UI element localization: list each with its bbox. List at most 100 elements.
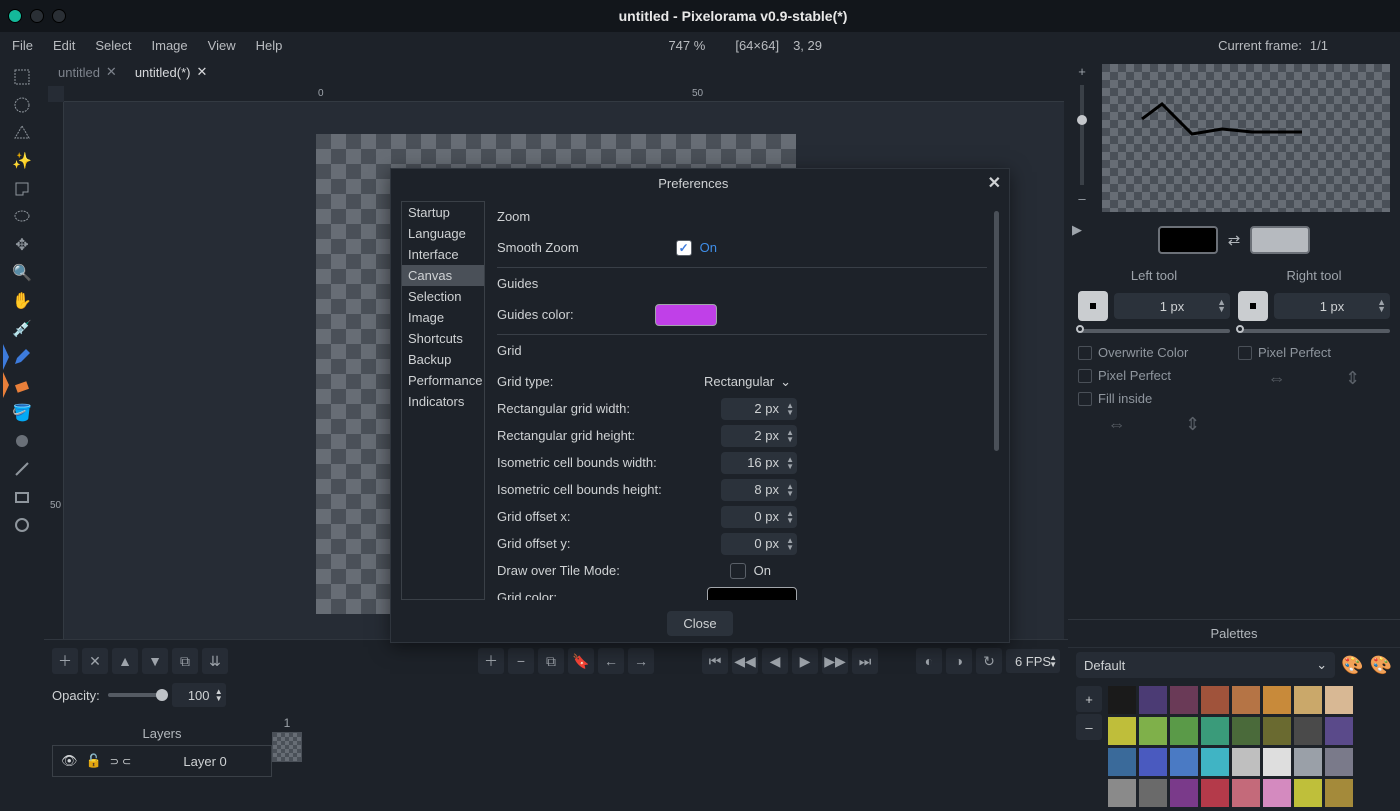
right-brush-preview[interactable] xyxy=(1238,291,1268,321)
onion-toggle-button[interactable]: ◑ xyxy=(946,648,972,674)
dialog-close-button[interactable]: ✕ xyxy=(988,173,1001,193)
pref-nav-indicators[interactable]: Indicators xyxy=(402,391,484,412)
palette-color[interactable] xyxy=(1263,748,1291,776)
tab-untitled[interactable]: untitled✕ xyxy=(52,60,123,84)
palette-color[interactable] xyxy=(1294,717,1322,745)
palette-color[interactable] xyxy=(1139,748,1167,776)
rect-tool[interactable] xyxy=(9,484,35,510)
palette-color[interactable] xyxy=(1108,748,1136,776)
layer-down-button[interactable]: ▼ xyxy=(142,648,168,674)
opacity-slider[interactable] xyxy=(108,693,164,697)
menu-file[interactable]: File xyxy=(12,38,33,53)
right-size-slider[interactable] xyxy=(1238,329,1390,333)
grid-color-well[interactable] xyxy=(707,587,797,601)
palette-color[interactable] xyxy=(1201,717,1229,745)
right-size-spinner[interactable]: 1 px▲▼ xyxy=(1274,293,1390,319)
palette-color[interactable] xyxy=(1325,779,1353,807)
palette-color[interactable] xyxy=(1108,686,1136,714)
rect-grid-height-spinner[interactable]: 2 px▲▼ xyxy=(721,425,797,447)
pref-nav-language[interactable]: Language xyxy=(402,223,484,244)
prev-frame-button[interactable]: ◀◀ xyxy=(732,648,758,674)
opacity-spinner[interactable]: 100▲▼ xyxy=(172,683,226,707)
fps-spinner[interactable]: 6 FPS▲▼ xyxy=(1006,649,1060,673)
palette-edit-icon[interactable]: 🎨 xyxy=(1341,655,1363,676)
pref-nav-canvas[interactable]: Canvas xyxy=(402,265,484,286)
magic-wand-tool[interactable]: ✨ xyxy=(9,148,35,174)
link-icon[interactable]: ⊃ ⊂ xyxy=(110,755,132,768)
merge-layer-button[interactable]: ⇊ xyxy=(202,648,228,674)
palette-color[interactable] xyxy=(1139,686,1167,714)
smooth-zoom-checkbox[interactable] xyxy=(676,240,692,256)
palette-color[interactable] xyxy=(1170,686,1198,714)
zoom-out-icon[interactable]: – xyxy=(1078,191,1085,206)
preview-play-button[interactable]: ▶ xyxy=(1072,222,1082,238)
palette-color[interactable] xyxy=(1232,717,1260,745)
palette-remove-button[interactable]: – xyxy=(1076,714,1102,740)
left-size-slider[interactable] xyxy=(1078,329,1230,333)
pref-nav-selection[interactable]: Selection xyxy=(402,286,484,307)
palette-color[interactable] xyxy=(1170,779,1198,807)
duplicate-layer-button[interactable]: ⧉ xyxy=(172,648,198,674)
guides-color-well[interactable] xyxy=(655,304,717,326)
palette-color[interactable] xyxy=(1294,779,1322,807)
ellipse-tool[interactable] xyxy=(9,512,35,538)
menu-edit[interactable]: Edit xyxy=(53,38,75,53)
frame-tag-button[interactable]: 🔖 xyxy=(568,648,594,674)
palette-color[interactable] xyxy=(1139,717,1167,745)
visibility-icon[interactable]: 👁 xyxy=(61,753,78,769)
window-close-button[interactable] xyxy=(8,9,22,23)
palette-new-icon[interactable]: 🎨 xyxy=(1370,655,1392,676)
ruler-vertical[interactable]: 50 xyxy=(48,102,64,639)
ellipse-select-tool[interactable] xyxy=(9,92,35,118)
play-button[interactable]: ▶ xyxy=(792,648,818,674)
ruler-horizontal[interactable]: 0 50 xyxy=(64,86,1064,102)
palette-color[interactable] xyxy=(1325,686,1353,714)
background-color[interactable] xyxy=(1250,226,1310,254)
pan-tool[interactable]: ✋ xyxy=(9,288,35,314)
preview-canvas[interactable] xyxy=(1102,64,1390,212)
close-icon[interactable]: ✕ xyxy=(106,64,117,80)
play-back-button[interactable]: ◀ xyxy=(762,648,788,674)
palette-color[interactable] xyxy=(1263,779,1291,807)
palette-color[interactable] xyxy=(1201,779,1229,807)
delete-frame-button[interactable]: − xyxy=(508,648,534,674)
palette-color[interactable] xyxy=(1325,717,1353,745)
last-frame-button[interactable]: ⏭ xyxy=(852,648,878,674)
frame-left-button[interactable]: ← xyxy=(598,648,624,674)
palette-color[interactable] xyxy=(1232,748,1260,776)
bucket-tool[interactable]: 🪣 xyxy=(9,400,35,426)
palette-color[interactable] xyxy=(1139,779,1167,807)
swap-colors-icon[interactable]: ⇄ xyxy=(1228,231,1241,249)
palette-color[interactable] xyxy=(1201,686,1229,714)
grid-type-dropdown[interactable]: Rectangular⌄ xyxy=(698,371,797,393)
mirror-h-icon-r[interactable]: ⇔ xyxy=(1268,368,1286,389)
polygon-select-tool[interactable] xyxy=(9,120,35,146)
iso-height-spinner[interactable]: 8 px▲▼ xyxy=(721,479,797,501)
pencil-tool[interactable] xyxy=(9,344,35,370)
freehand-select-tool[interactable] xyxy=(9,204,35,230)
pref-nav-shortcuts[interactable]: Shortcuts xyxy=(402,328,484,349)
add-layer-button[interactable]: ＋ xyxy=(52,648,78,674)
palette-color[interactable] xyxy=(1294,686,1322,714)
palette-color[interactable] xyxy=(1232,779,1260,807)
mirror-h-icon[interactable]: ⇔ xyxy=(1108,414,1126,435)
pref-nav-interface[interactable]: Interface xyxy=(402,244,484,265)
palette-add-button[interactable]: + xyxy=(1076,686,1102,712)
first-frame-button[interactable]: ⏮ xyxy=(702,648,728,674)
eraser-tool[interactable] xyxy=(9,372,35,398)
next-frame-button[interactable]: ▶▶ xyxy=(822,648,848,674)
pref-nav-backup[interactable]: Backup xyxy=(402,349,484,370)
mirror-v-icon-r[interactable]: ⇕ xyxy=(1345,368,1360,389)
palette-color[interactable] xyxy=(1325,748,1353,776)
lasso-tool[interactable] xyxy=(9,176,35,202)
draw-tile-checkbox[interactable] xyxy=(730,563,746,579)
color-picker-tool[interactable]: 💉 xyxy=(9,316,35,342)
fill-inside-checkbox[interactable]: Fill inside xyxy=(1078,391,1230,406)
palette-color[interactable] xyxy=(1232,686,1260,714)
pixel-perfect-checkbox-right[interactable]: Pixel Perfect xyxy=(1238,345,1390,360)
palette-color[interactable] xyxy=(1170,717,1198,745)
window-maximize-button[interactable] xyxy=(52,9,66,23)
overwrite-color-checkbox[interactable]: Overwrite Color xyxy=(1078,345,1230,360)
palette-color[interactable] xyxy=(1263,717,1291,745)
palette-dropdown[interactable]: Default⌄ xyxy=(1076,652,1335,678)
